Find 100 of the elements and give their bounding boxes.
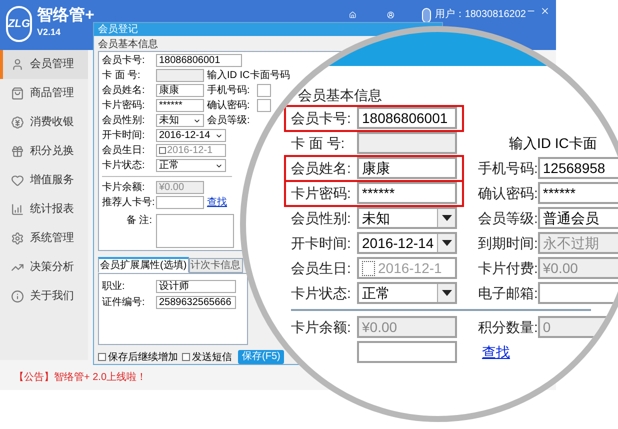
field-label: 卡 面 号: [291,134,346,152]
input-field[interactable]: 18086806001 [156,54,242,67]
field-label: 会员卡号: [102,54,146,67]
sidebar-item[interactable]: 增值服务 [0,166,88,195]
field-label: 会员等级: [478,209,538,227]
tab[interactable]: 计次卡信息 [188,258,243,273]
input-field[interactable]: 设计师 [156,280,236,293]
search-link[interactable]: 查找 [207,196,227,209]
field-label: 会员等级: [207,114,251,127]
section-title: 会员基本信息 [98,39,159,51]
field-label: 手机号码: [207,84,251,97]
input-field[interactable]: 18086806001 [357,107,457,129]
avatar[interactable] [422,8,431,23]
gift-icon [11,145,24,158]
checkbox[interactable] [362,260,375,276]
field-label: 确认密码: [207,99,251,112]
sidebar-item[interactable]: 积分兑换 [0,137,88,166]
close-icon[interactable] [540,6,550,16]
dropdown[interactable]: 2016-12-14 [156,129,226,142]
input-field: ¥0.00 [156,181,204,194]
checkbox[interactable] [182,353,190,361]
version-text: V2.14 [37,26,62,38]
field-label: 职业: [102,280,126,293]
input-field[interactable] [156,196,204,209]
search-link[interactable]: 查找 [482,343,510,361]
app-name: 智络管+ [37,6,94,26]
section-title: 会员基本信息 [297,86,383,104]
dropdown[interactable]: 2016-12-14 [357,232,457,254]
user-text: 用户：18030816202 [434,9,526,21]
dropdown[interactable]: 未知 [357,207,457,229]
caret-icon [437,234,455,252]
field-label: 卡片密码: [102,99,146,112]
user-icon [11,58,24,71]
input-field[interactable]: 康康 [156,84,204,97]
checkbox[interactable] [98,353,106,361]
field-label: 电子邮箱: [478,284,538,302]
field-label: 确认密码: [478,184,538,202]
checkbox[interactable] [159,147,166,154]
input-field: ¥0.00 [538,257,618,279]
input-field[interactable]: 康康 [357,157,457,179]
field-label: 卡片密码: [291,184,352,202]
field-label: 会员生日: [291,259,352,277]
hint-text: 输入ID IC卡面号码 [207,69,290,82]
notice-text: 【公告】智络管+ 2.0上线啦！ [14,372,147,384]
sidebar-item[interactable]: 系统管理 [0,224,88,253]
sidebar-item[interactable]: 商品管理 [0,79,88,108]
input-field: 永不过期 [538,232,618,254]
field-label: 推荐人卡号: [102,196,156,209]
input-field: ¥0.00 [357,316,457,338]
field-label: 会员姓名: [291,159,352,177]
input-field[interactable]: ****** [357,182,457,204]
input-field[interactable]: 普通会员 [538,207,618,229]
field-label: 开卡时间: [102,129,146,142]
field-label: 卡片余额: [102,181,146,194]
field-label: 卡 面 号: [102,69,142,82]
caret-icon [437,209,455,227]
input-field[interactable]: ****** [156,99,204,112]
field-label: 会员生日: [102,144,146,157]
field-label: 卡片状态: [102,159,146,172]
input-field[interactable] [538,282,618,304]
heart-icon [11,174,24,187]
field-label: 会员姓名: [102,84,146,97]
input-field[interactable] [357,341,457,363]
field-label: 开卡时间: [291,234,352,252]
field-label: 会员性别: [102,114,146,127]
logo: ZLG [6,6,32,42]
field-label: 卡片余额: [291,318,352,336]
field-label: 备 注: [125,214,153,227]
dropdown[interactable]: 正常 [357,282,457,304]
hint-text: 输入ID IC卡面 [509,134,597,152]
sidebar-item[interactable]: 消费收银 [0,108,88,137]
field-label: 积分数量: [478,318,538,336]
sidebar-item[interactable]: 决策分析 [0,253,88,282]
sidebar-item[interactable]: 会员管理 [0,50,88,79]
field-label: 证件编号: [102,296,146,309]
field-label: 卡片状态: [291,284,352,302]
dropdown[interactable]: 未知 [156,114,204,127]
yen-badge-icon [11,116,24,129]
settings-icon [11,232,24,245]
dropdown[interactable]: 正常 [156,159,226,172]
input-field[interactable]: 2589632565666 [156,296,236,309]
input-field[interactable]: ****** [538,182,618,204]
checkbox-label: 发送短信 [192,350,232,364]
field-label: 到期时间: [478,234,538,252]
tab[interactable]: 会员扩展属性(选填) [98,257,189,273]
caret-icon [437,284,455,302]
dialog-title: 会员登记 [98,24,138,36]
bag-icon [11,87,24,100]
date-picker[interactable]: 2016-12-1 [156,144,226,157]
field-label: 会员性别: [291,209,352,227]
field-label: 会员卡号: [291,109,352,127]
sidebar-item[interactable]: 统计报表 [0,195,88,224]
bar-chart-icon [11,203,24,216]
info-icon [11,290,24,303]
input-field[interactable]: 12568958 [538,157,618,179]
field-label: 卡片付费: [478,259,538,277]
input-field [156,69,204,82]
checkbox-label: 保存后继续增加 [108,350,178,364]
sidebar-item[interactable]: 关于我们 [0,282,88,311]
remark-field[interactable] [156,214,234,248]
